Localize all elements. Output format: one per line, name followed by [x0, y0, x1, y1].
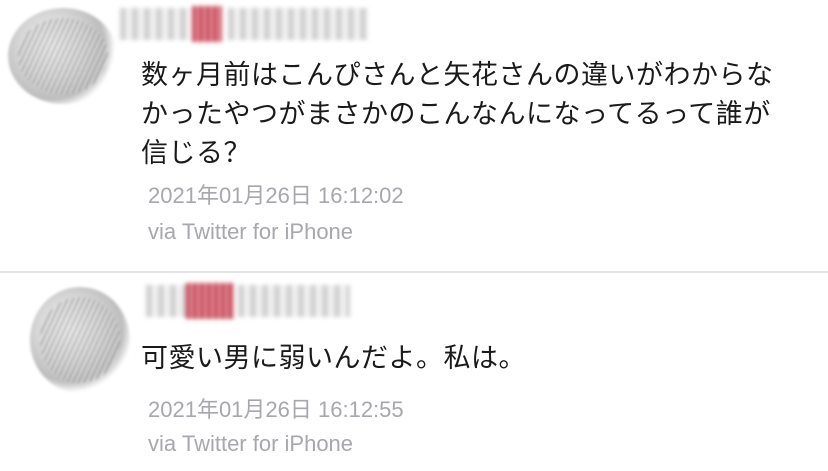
- avatar[interactable]: [30, 287, 130, 393]
- tweet-timestamp: 2021年01月26日 16:12:55: [148, 397, 404, 422]
- redacted-username: [120, 4, 370, 44]
- tweet-source: via Twitter for iPhone: [148, 431, 354, 456]
- redacted-username: [146, 281, 356, 321]
- tweet-item[interactable]: 数ヶ月前はこんぴさんと矢花さんの違いがわからな かったやつがまさかのこんなんにな…: [0, 0, 828, 272]
- tweet-timestamp: 2021年01月26日 16:12:02: [148, 183, 404, 208]
- tweet-text: 数ヶ月前はこんぴさんと矢花さんの違いがわからな かったやつがまさかのこんなんにな…: [141, 60, 774, 169]
- avatar[interactable]: [8, 8, 118, 104]
- tweet-source: via Twitter for iPhone: [148, 219, 354, 244]
- tweet-item[interactable]: 可愛い男に弱いんだよ。私は。 2021年01月26日 16:12:55 via …: [0, 273, 828, 471]
- tweet-text: 可愛い男に弱いんだよ。私は。: [141, 343, 526, 374]
